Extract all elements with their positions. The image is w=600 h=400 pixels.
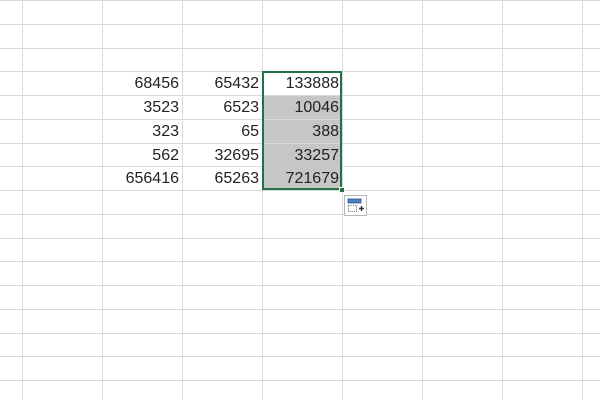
cell-b5[interactable]: 65263 xyxy=(183,167,262,190)
gridline xyxy=(422,0,423,400)
cell-sum1[interactable]: 133888 xyxy=(263,72,342,95)
gridline xyxy=(502,0,503,400)
cell-a1[interactable]: 68456 xyxy=(103,72,182,95)
gridline xyxy=(0,333,600,334)
cell-a2[interactable]: 3523 xyxy=(103,96,182,119)
gridline xyxy=(0,356,600,357)
gridline xyxy=(0,285,600,286)
gridline xyxy=(582,0,583,400)
cell-b2[interactable]: 6523 xyxy=(183,96,262,119)
cell-b3[interactable]: 65 xyxy=(183,120,262,143)
gridline xyxy=(0,190,600,191)
gridline xyxy=(0,214,600,215)
gridline xyxy=(0,48,600,49)
cell-sum4[interactable]: 33257 xyxy=(263,144,342,167)
cell-sum2[interactable]: 10046 xyxy=(263,96,342,119)
auto-fill-options-icon xyxy=(347,198,364,212)
cell-a4[interactable]: 562 xyxy=(103,144,182,167)
cell-b4[interactable]: 32695 xyxy=(183,144,262,167)
gridline xyxy=(342,0,343,400)
cell-a3[interactable]: 323 xyxy=(103,120,182,143)
gridline xyxy=(0,238,600,239)
cell-b1[interactable]: 65432 xyxy=(183,72,262,95)
gridline xyxy=(262,0,263,400)
gridline xyxy=(22,0,23,400)
gridline xyxy=(0,380,600,381)
cell-sum3[interactable]: 388 xyxy=(263,120,342,143)
gridline xyxy=(102,0,103,400)
spreadsheet-grid[interactable]: 68456 65432 133888 3523 6523 10046 323 6… xyxy=(0,0,600,400)
gridline xyxy=(0,309,600,310)
gridline xyxy=(0,261,600,262)
cell-a5[interactable]: 656416 xyxy=(103,167,182,190)
cell-sum5[interactable]: 721679 xyxy=(263,167,342,190)
gridline xyxy=(0,24,600,25)
fill-handle[interactable] xyxy=(339,187,345,193)
gridline xyxy=(0,0,600,1)
gridline xyxy=(182,0,183,400)
auto-fill-options-button[interactable] xyxy=(344,195,367,216)
